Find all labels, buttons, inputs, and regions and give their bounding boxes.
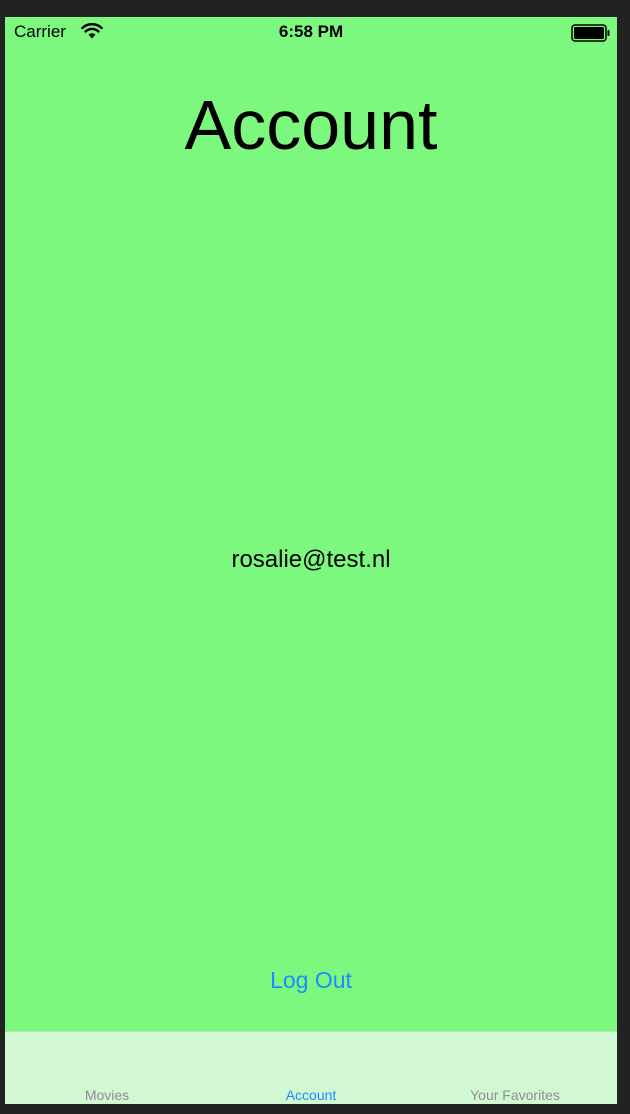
status-time: 6:58 PM [278, 22, 344, 41]
battery-icon [571, 24, 610, 42]
tab-account[interactable]: Account [209, 1032, 413, 1104]
tab-bar: Movies Account Your Favorites [5, 1031, 617, 1104]
tab-your-favorites[interactable]: Your Favorites [413, 1032, 617, 1104]
tab-movies[interactable]: Movies [5, 1032, 209, 1104]
tab-label-your-favorites: Your Favorites [470, 1087, 560, 1103]
log-out-button[interactable]: Log Out [241, 963, 381, 997]
page-title: Account [184, 86, 438, 164]
tab-label-account: Account [285, 1087, 337, 1103]
user-email-label: rosalie@test.nl [231, 546, 391, 573]
app-screen: Carrier 6:58 PM Account rosalie@test.nl … [5, 17, 617, 1104]
status-bar: Carrier 6:58 PM [5, 17, 617, 49]
device-frame: Carrier 6:58 PM Account rosalie@test.nl … [0, 0, 630, 1114]
tab-label-movies: Movies [84, 1087, 130, 1103]
